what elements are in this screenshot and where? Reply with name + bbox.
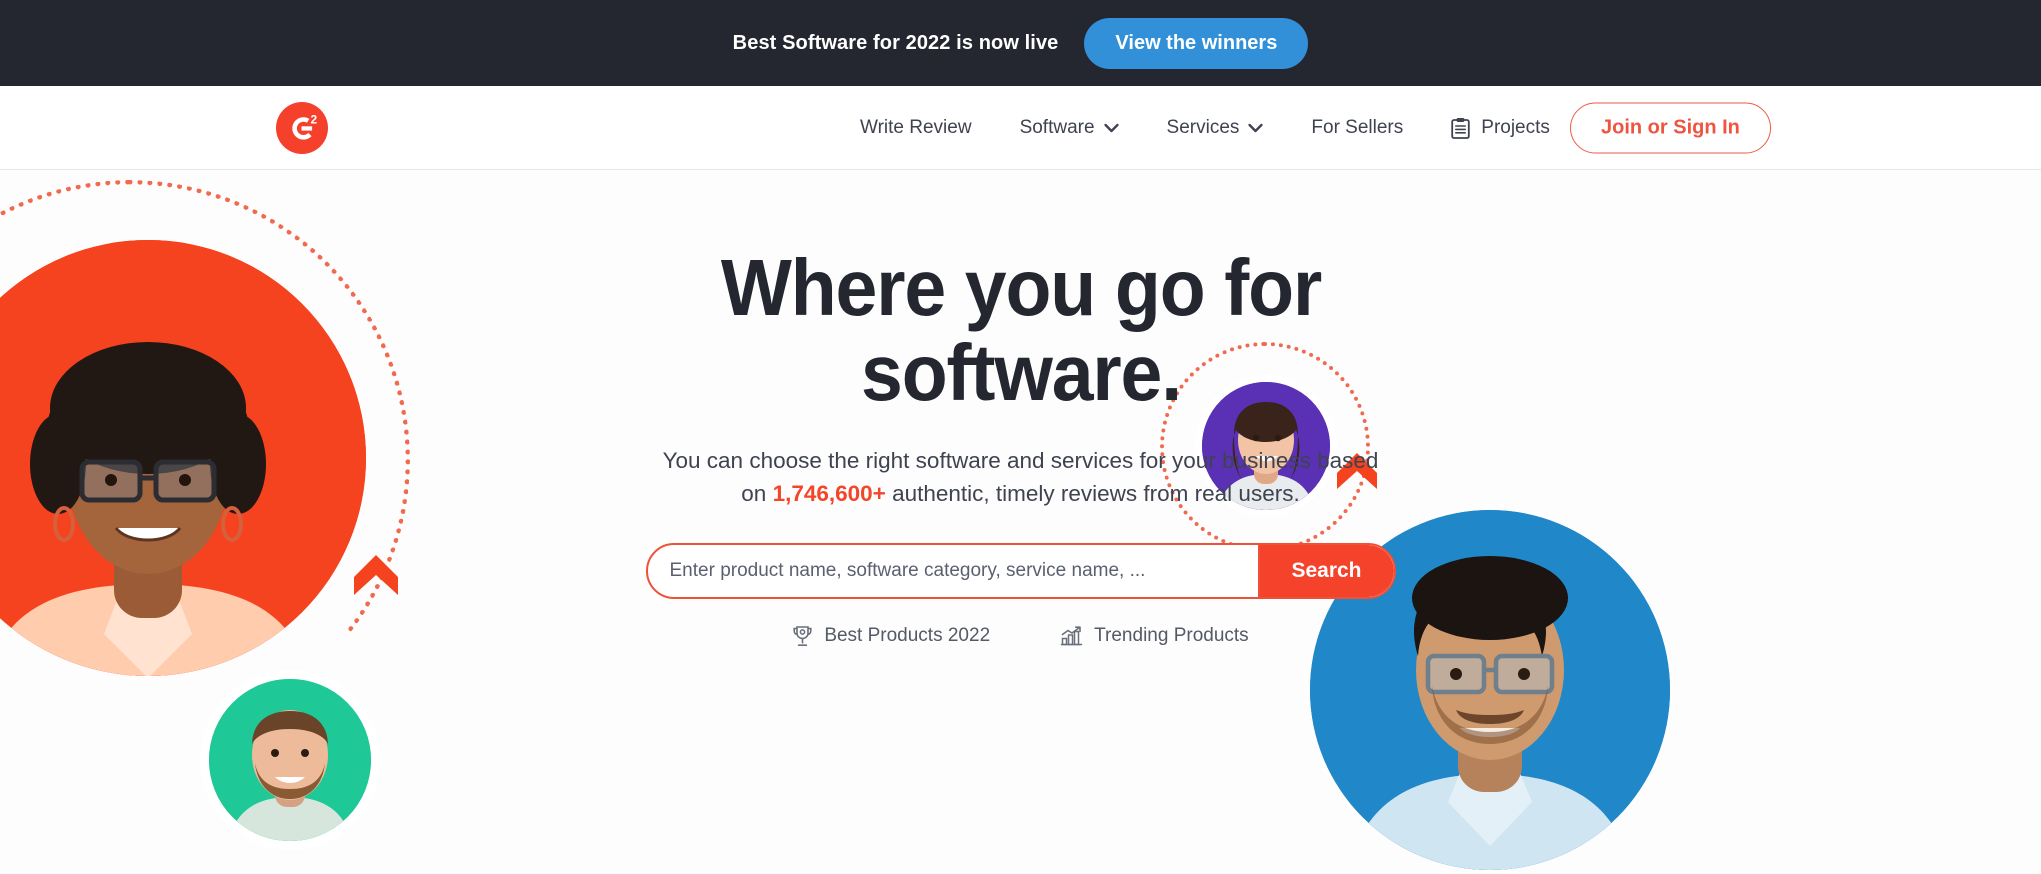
chevron-down-icon	[1103, 123, 1119, 133]
main-navbar: 2 Write Review Software Services For Sel…	[0, 86, 2041, 170]
quick-link-label: Trending Products	[1094, 625, 1249, 647]
nav-item-label: Projects	[1481, 116, 1550, 138]
nav-links: Write Review Software Services For Selle…	[860, 117, 1574, 139]
svg-text:2: 2	[311, 112, 318, 126]
nav-item-write-review[interactable]: Write Review	[860, 117, 996, 139]
nav-item-for-sellers[interactable]: For Sellers	[1287, 117, 1427, 139]
g2-logo-icon: 2	[276, 101, 328, 154]
nav-item-label: Write Review	[860, 116, 972, 138]
portrait-man-beard-circle	[200, 670, 380, 850]
nav-item-software[interactable]: Software	[996, 117, 1143, 139]
nav-item-label: Services	[1166, 116, 1240, 138]
subtitle-text-after: authentic, timely reviews from real user…	[885, 481, 1300, 507]
quick-link-best-products[interactable]: Best Products 2022	[792, 625, 990, 647]
nav-item-services[interactable]: Services	[1143, 117, 1288, 139]
promo-banner: Best Software for 2022 is now live View …	[0, 0, 2041, 86]
hero-content: Where you go for software. You can choos…	[0, 170, 2041, 647]
trophy-icon	[792, 625, 813, 647]
g2-logo[interactable]: 2	[276, 101, 328, 154]
trending-chart-icon	[1060, 626, 1083, 646]
nav-item-label: For Sellers	[1311, 116, 1404, 138]
hero-section: Where you go for software. You can choos…	[0, 170, 2041, 874]
portrait-man-beard	[209, 679, 371, 841]
quick-link-trending-products[interactable]: Trending Products	[1060, 625, 1249, 647]
hero-subtitle: You can choose the right software and se…	[651, 444, 1391, 512]
chevron-down-icon	[1248, 123, 1264, 133]
quick-links: Best Products 2022 Trending Products	[792, 625, 1249, 647]
review-count: 1,746,600+	[772, 481, 886, 507]
nav-item-projects[interactable]: Projects	[1427, 117, 1574, 139]
page-title: Where you go for software.	[682, 243, 1359, 417]
clipboard-icon	[1451, 117, 1470, 139]
nav-item-label: Software	[1019, 116, 1095, 138]
search-input[interactable]	[647, 545, 1260, 598]
quick-link-label: Best Products 2022	[824, 625, 991, 647]
search-button[interactable]: Search	[1259, 545, 1394, 598]
headline-line-1: Where you go for	[720, 243, 1321, 332]
view-winners-button[interactable]: View the winners	[1084, 17, 1309, 69]
join-or-sign-in-button[interactable]: Join or Sign In	[1570, 102, 1771, 153]
search-bar: Search	[645, 543, 1396, 600]
headline-line-2: software.	[860, 327, 1181, 417]
promo-banner-text: Best Software for 2022 is now live	[732, 31, 1059, 54]
